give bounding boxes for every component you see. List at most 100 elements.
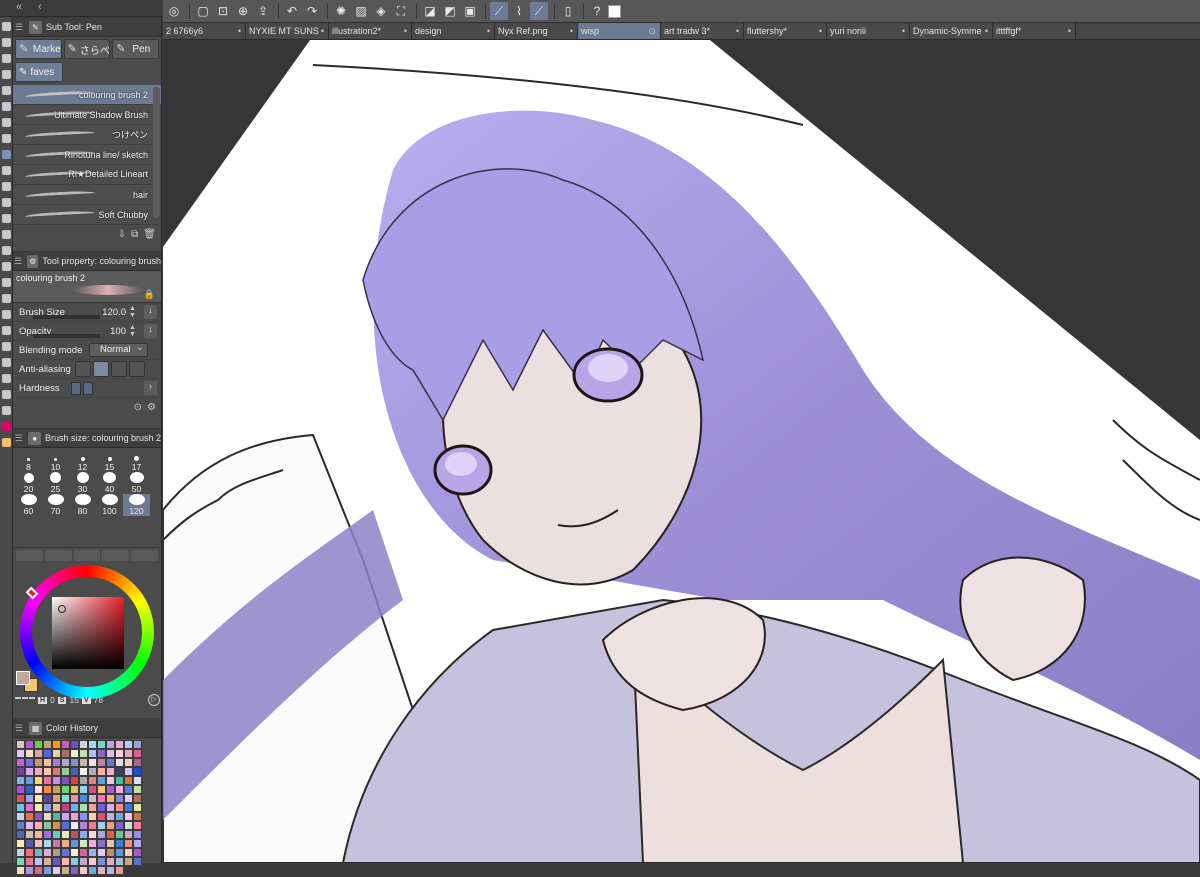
close-tab-icon[interactable]: • [819,26,822,36]
color-history-swatch[interactable] [79,830,88,839]
color-history-swatch[interactable] [52,740,61,749]
color-mode-icon[interactable]: ▷ [148,694,160,706]
ruler-icon[interactable]: ⟋ [490,2,508,20]
color-history-swatch[interactable] [16,830,25,839]
brush-item[interactable]: colouring brush 2 [13,85,161,105]
correct-line-tool-icon[interactable] [2,310,11,319]
eraser-tool-icon[interactable] [2,166,11,175]
color-history-swatch[interactable] [79,740,88,749]
aa-weak-icon[interactable] [93,361,109,377]
color-history-swatch[interactable] [133,758,142,767]
color-history-swatch[interactable] [79,839,88,848]
color-history-swatch[interactable] [70,812,79,821]
brush-size-option[interactable]: 25 [42,472,69,494]
color-history-swatch[interactable] [25,839,34,848]
text-tool-icon[interactable] [2,262,11,271]
opacity-value[interactable]: 100 [110,326,126,337]
color-history-swatch[interactable] [79,785,88,794]
color-history-swatch[interactable] [124,812,133,821]
category-marker[interactable]: ✎ Marke [15,39,62,59]
brush-item[interactable]: Ri★Detailed Lineart [13,165,161,185]
color-history-swatch[interactable] [43,740,52,749]
color-history-swatch[interactable] [88,794,97,803]
color-history-swatch[interactable] [43,776,52,785]
document-tab[interactable]: Nyx Ref.png • [495,23,578,39]
color-history-swatch[interactable] [106,767,115,776]
color-history-swatch[interactable] [16,776,25,785]
color-history-swatch[interactable] [52,785,61,794]
color-history-swatch[interactable] [133,749,142,758]
color-history-swatch[interactable] [106,821,115,830]
brush-size-option[interactable]: 120 [123,494,150,516]
color-history-swatch[interactable] [25,830,34,839]
color-history-swatch[interactable] [70,740,79,749]
grid-c-icon[interactable]: ▣ [461,2,479,20]
color-history-swatch[interactable] [52,839,61,848]
color-history-swatch[interactable] [115,776,124,785]
lasso-tool-icon[interactable] [2,86,11,95]
brush-size-option[interactable]: 15 [96,450,123,472]
color-history-swatch[interactable] [97,740,106,749]
color-history-swatch[interactable] [79,857,88,866]
color-history-swatch[interactable] [88,839,97,848]
color-history-swatch[interactable] [70,848,79,857]
close-tab-icon[interactable]: • [404,26,407,36]
artwork[interactable] [163,40,1200,863]
color-history-swatch[interactable] [79,776,88,785]
color-history-swatch[interactable] [115,785,124,794]
color-history-swatch[interactable] [133,821,142,830]
color-history-swatch[interactable] [115,749,124,758]
reset-icon[interactable]: ⊙ [134,402,142,413]
color-history-swatch[interactable] [115,812,124,821]
panel-menu-icon[interactable]: ☰ [13,22,25,33]
brush-item[interactable]: Soft Chubby [13,205,161,225]
color-history-swatch[interactable] [115,758,124,767]
back-icon[interactable]: ‹ [38,1,42,13]
color-history-swatch[interactable] [106,839,115,848]
color-history-swatch[interactable] [97,803,106,812]
color-history-swatch[interactable] [16,785,25,794]
main-color-swatch-icon[interactable] [2,422,11,431]
color-history-swatch[interactable] [106,785,115,794]
grid-a-icon[interactable]: ◪ [421,2,439,20]
color-history-swatch[interactable] [124,803,133,812]
liquify-tool-icon[interactable] [2,406,11,415]
color-history-swatch[interactable] [61,794,70,803]
sv-picker-marker[interactable] [58,605,66,613]
brush-list-scrollbar[interactable] [153,87,160,217]
color-history-swatch[interactable] [106,794,115,803]
device-icon[interactable]: ▯ [559,2,577,20]
color-history-swatch[interactable] [124,740,133,749]
color-history-swatch[interactable] [88,866,97,875]
grid-b-icon[interactable]: ◩ [441,2,459,20]
color-history-swatch[interactable] [79,749,88,758]
spinner-icon[interactable]: ▲ ▼ [129,324,137,338]
brush-size-option[interactable]: 20 [15,472,42,494]
color-history-swatch[interactable] [106,776,115,785]
color-history-swatch[interactable] [34,812,43,821]
color-history-swatch[interactable] [16,839,25,848]
panel-menu-icon[interactable]: ☰ [13,433,24,444]
color-history-swatch[interactable] [52,857,61,866]
blend-tool-icon[interactable] [2,150,11,159]
color-history-swatch[interactable] [97,785,106,794]
close-tab-icon[interactable]: • [570,26,573,36]
main-color-swatch[interactable] [16,671,30,685]
color-history-swatch[interactable] [97,848,106,857]
document-tab[interactable]: 2 6766y6 • [163,23,246,39]
panel-menu-icon[interactable]: ☰ [13,256,23,267]
color-history-swatch[interactable] [16,848,25,857]
color-history-swatch[interactable] [52,848,61,857]
color-history-swatch[interactable] [79,794,88,803]
color-history-swatch[interactable] [52,758,61,767]
color-history-swatch[interactable] [34,830,43,839]
close-tab-icon[interactable]: • [736,26,739,36]
select-tool-icon[interactable] [2,70,11,79]
color-history-swatch[interactable] [124,839,133,848]
color-history-swatch[interactable] [115,866,124,875]
frame-tool-icon[interactable] [2,230,11,239]
brush-item[interactable]: hair [13,185,161,205]
brush-size-value[interactable]: 120.0 [102,307,126,318]
duplicate-icon[interactable]: ⧉ [131,229,138,240]
aa-none-icon[interactable] [75,361,91,377]
